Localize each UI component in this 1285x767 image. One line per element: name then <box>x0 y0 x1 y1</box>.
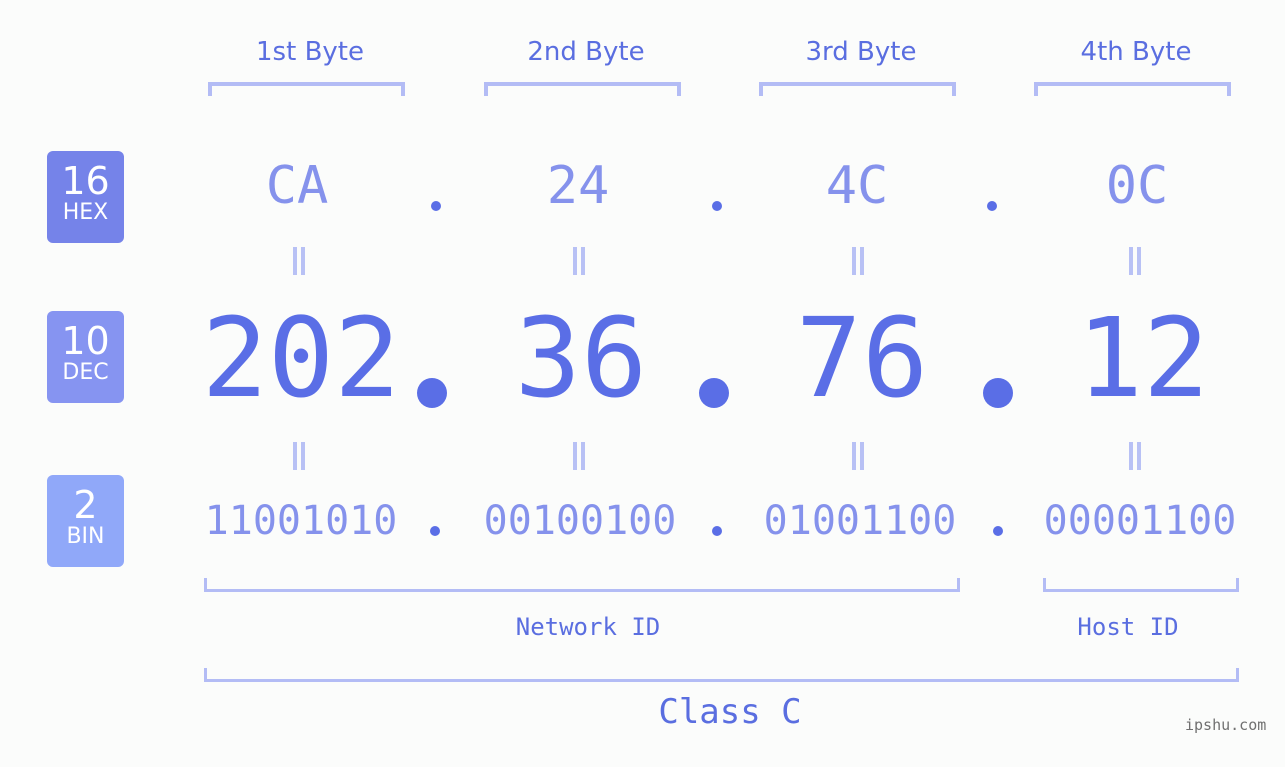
equals-icon <box>291 442 307 470</box>
bin-badge: 2 BIN <box>47 475 124 567</box>
byte-bracket-2 <box>484 82 681 96</box>
hex-byte-4: 0C <box>1105 156 1169 216</box>
bin-badge-number: 2 <box>73 483 98 527</box>
equals-icon <box>1127 442 1143 470</box>
equals-icon <box>571 442 587 470</box>
watermark: ipshu.com <box>1185 716 1267 734</box>
dec-badge: 10 DEC <box>47 311 124 403</box>
hex-separator-3 <box>987 201 997 211</box>
dec-byte-4: 12 <box>1076 294 1210 422</box>
bin-byte-1: 11001010 <box>204 498 398 544</box>
network-id-label: Network ID <box>515 613 661 641</box>
byte-header-4: 4th Byte <box>1080 37 1192 67</box>
hex-separator-1 <box>431 201 441 211</box>
bin-byte-3: 01001100 <box>763 498 957 544</box>
byte-header-3: 3rd Byte <box>805 37 917 67</box>
host-id-label: Host ID <box>1077 613 1179 641</box>
bin-byte-2: 00100100 <box>483 498 677 544</box>
bin-separator-2 <box>712 526 722 536</box>
byte-bracket-4 <box>1034 82 1231 96</box>
hex-byte-2: 24 <box>546 156 610 216</box>
class-label: Class C <box>658 692 802 732</box>
class-bracket <box>204 668 1239 682</box>
bin-badge-label: BIN <box>66 524 105 549</box>
bin-separator-1 <box>430 526 440 536</box>
hex-badge-label: HEX <box>62 200 109 225</box>
dec-byte-2: 36 <box>514 294 648 422</box>
dec-separator-2 <box>699 378 729 408</box>
byte-bracket-3 <box>759 82 956 96</box>
equals-icon <box>291 247 307 275</box>
dec-separator-3 <box>983 378 1013 408</box>
equals-icon <box>1127 247 1143 275</box>
byte-bracket-1 <box>208 82 405 96</box>
dec-separator-1 <box>417 378 447 408</box>
hex-separator-2 <box>712 201 722 211</box>
equals-icon <box>850 247 866 275</box>
hex-badge: 16 HEX <box>47 151 124 243</box>
hex-badge-number: 16 <box>61 159 110 203</box>
bin-byte-4: 00001100 <box>1043 498 1237 544</box>
equals-icon <box>571 247 587 275</box>
dec-byte-1: 202 <box>201 294 401 422</box>
byte-header-1: 1st Byte <box>256 37 364 67</box>
byte-header-2: 2nd Byte <box>527 37 645 67</box>
hex-byte-3: 4C <box>825 156 889 216</box>
equals-icon <box>850 442 866 470</box>
dec-byte-3: 76 <box>795 294 929 422</box>
bin-separator-3 <box>993 526 1003 536</box>
hex-byte-1: CA <box>265 156 329 216</box>
dec-badge-number: 10 <box>61 319 110 363</box>
host-id-bracket <box>1043 578 1239 592</box>
network-id-bracket <box>204 578 960 592</box>
dec-badge-label: DEC <box>62 360 109 385</box>
